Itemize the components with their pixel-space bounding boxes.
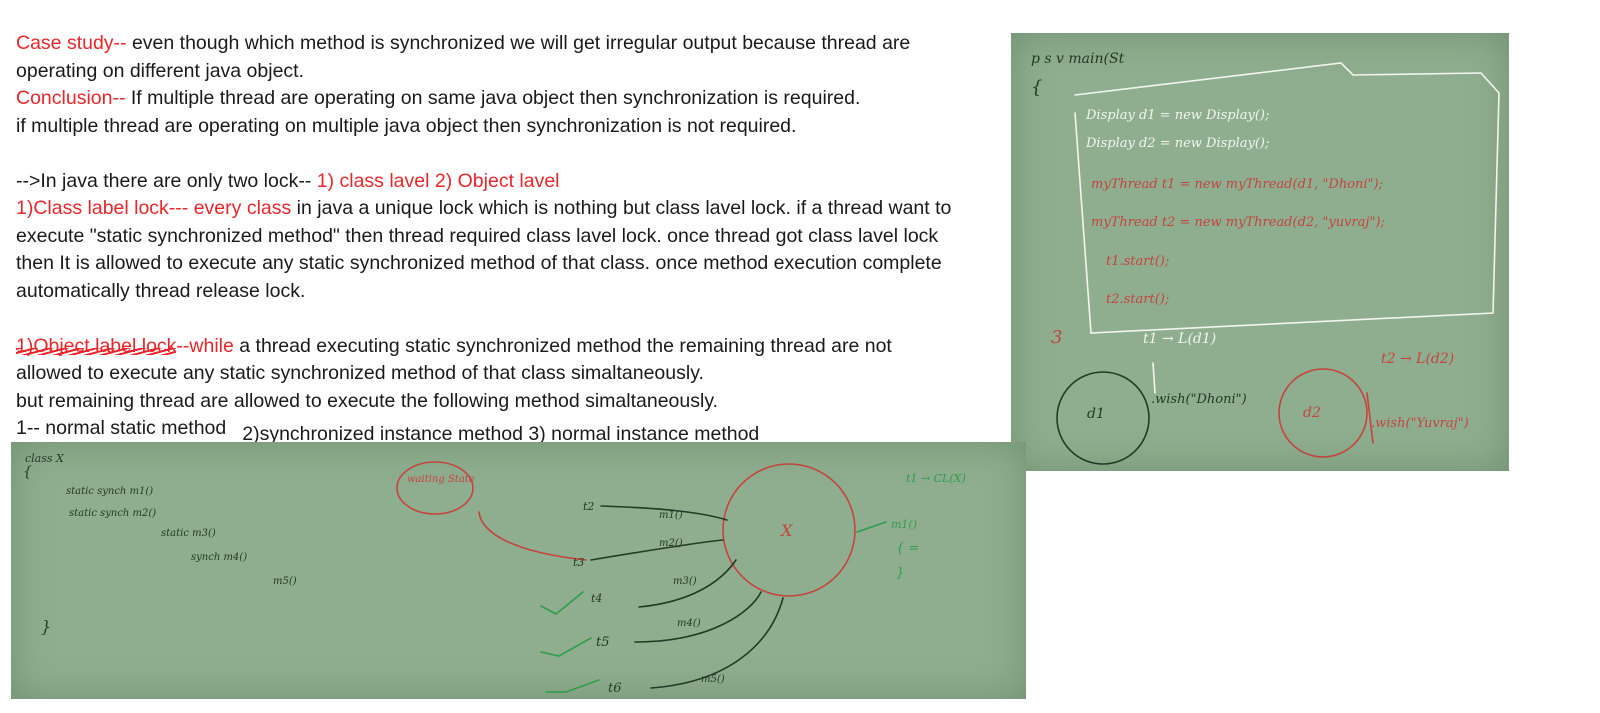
while-text: a thread executing static synchronized m…: [233, 334, 892, 357]
lock-intro-line: -->In java there are only two lock-- 1) …: [16, 168, 1026, 196]
conclusion-line-2: if multiple thread are operating on mult…: [16, 114, 797, 137]
waiting-state-bubble: [396, 461, 474, 515]
call-m5: m5(): [701, 674, 725, 685]
circle-d2-label: d2: [1303, 405, 1321, 421]
struck-object-label: 1)Object label lock: [16, 334, 177, 357]
right-board-drawing: p s v main(St { Display d1 = new Display…: [1031, 51, 1500, 465]
t1-arrow: [1152, 362, 1156, 394]
code-line-2: Display d2 = new Display();: [1085, 136, 1269, 151]
t2-lock-label: t2 → L(d2): [1381, 351, 1454, 367]
t1-arrow: [856, 521, 887, 533]
arrow-t5: [634, 591, 762, 643]
t1-brace-open: { =: [896, 541, 919, 556]
brace-open: {: [1031, 77, 1042, 98]
method-row-1: static synch m1(): [66, 486, 153, 497]
call-m3: m3(): [673, 576, 697, 587]
class-lock-line-2: execute "static synchronized method" the…: [16, 224, 939, 247]
code-line-3: myThread t1 = new myThread(d1, "Dhoni");: [1091, 177, 1383, 192]
conclusion-label: Conclusion--: [16, 87, 126, 109]
thread-t4: t4: [591, 592, 602, 605]
call-m4: m4(): [677, 618, 701, 629]
object-x-label: X: [779, 521, 793, 540]
t1-method: m1(): [891, 518, 917, 531]
class-brace-close: }: [41, 617, 51, 636]
wish-yuvraj: .wish("Yuvraj"): [1371, 416, 1469, 431]
brace-close: 3: [1051, 327, 1062, 348]
class-lock-line-4: automatically thread release lock.: [16, 279, 306, 302]
list-item-1: 1-- normal static method: [16, 417, 227, 439]
lock-types: 1) class lavel 2) Object lavel: [316, 169, 560, 192]
wish-dhoni: .wish("Dhoni"): [1151, 392, 1247, 407]
class-brace-open: {: [23, 464, 32, 480]
notes-document: Case study-- even though which method is…: [16, 30, 1026, 445]
arrow-t3: [590, 539, 724, 561]
method-row-3: static m3(): [161, 528, 216, 539]
while-line-3: but remaining thread are allowed to exec…: [16, 389, 719, 412]
code-line-4: myThread t2 = new myThread(d2, "yuvraj")…: [1091, 215, 1385, 230]
while-label: --while: [176, 334, 234, 357]
method-row-2: static synch m2(): [69, 508, 156, 519]
class-lock-label: 1)Class label lock---: [16, 197, 189, 219]
check-t4: [540, 591, 584, 615]
case-study-line-2: operating on different java object.: [16, 59, 305, 82]
thread-t3: t3: [573, 556, 584, 569]
check-t6: [545, 679, 600, 693]
while-line-2: allowed to execute any static synchroniz…: [16, 362, 704, 384]
lock-intro: -->In java there are only two lock--: [16, 169, 317, 192]
method-row-5: m5(): [273, 576, 297, 587]
t1-class-lock: t1 → CL(X): [906, 472, 966, 485]
thread-t6: t6: [608, 681, 622, 696]
thread-t5: t5: [596, 635, 610, 650]
check-t5: [540, 637, 592, 657]
wait-arrow: [478, 511, 587, 561]
right-board-photo: p s v main(St { Display d1 = new Display…: [1011, 33, 1509, 471]
bottom-board-drawing: class X { static synch m1() static synch…: [23, 452, 966, 696]
t1-lock-label: t1 → L(d1): [1143, 331, 1216, 347]
code-line-1: Display d1 = new Display();: [1085, 108, 1269, 123]
t1-brace-close: }: [896, 566, 904, 581]
list-line: 1-- normal static method 2)synchronized i…: [16, 415, 1026, 445]
case-study-label: Case study--: [16, 32, 127, 54]
code-line-6: t2.start();: [1106, 292, 1169, 307]
thread-t2: t2: [583, 500, 594, 513]
method-row-4: synch m4(): [191, 552, 247, 563]
case-study-line: Case study-- even though which method is…: [16, 30, 1026, 58]
code-line-5: t1.start();: [1106, 254, 1169, 269]
class-lock-line: 1)Class label lock--- every class in jav…: [16, 195, 1026, 223]
conclusion-text: If multiple thread are operating on same…: [125, 87, 861, 109]
conclusion-line: Conclusion-- If multiple thread are oper…: [16, 85, 1026, 113]
class-lock-line-3: then It is allowed to execute any static…: [16, 252, 942, 274]
waiting-state-label: waiting State: [407, 474, 475, 485]
class-lock-every: every class: [188, 197, 292, 219]
while-line: 1)Object label lock--while a thread exec…: [16, 333, 1026, 361]
circle-d1-label: d1: [1087, 406, 1105, 422]
class-lock-text: in java a unique lock which is nothing b…: [291, 197, 952, 219]
circle-d2: [1278, 368, 1368, 458]
bottom-board-photo: class X { static synch m1() static synch…: [11, 442, 1026, 699]
case-study-text: even though which method is synchronized…: [126, 32, 911, 54]
board-main-header: p s v main(St: [1031, 51, 1125, 67]
